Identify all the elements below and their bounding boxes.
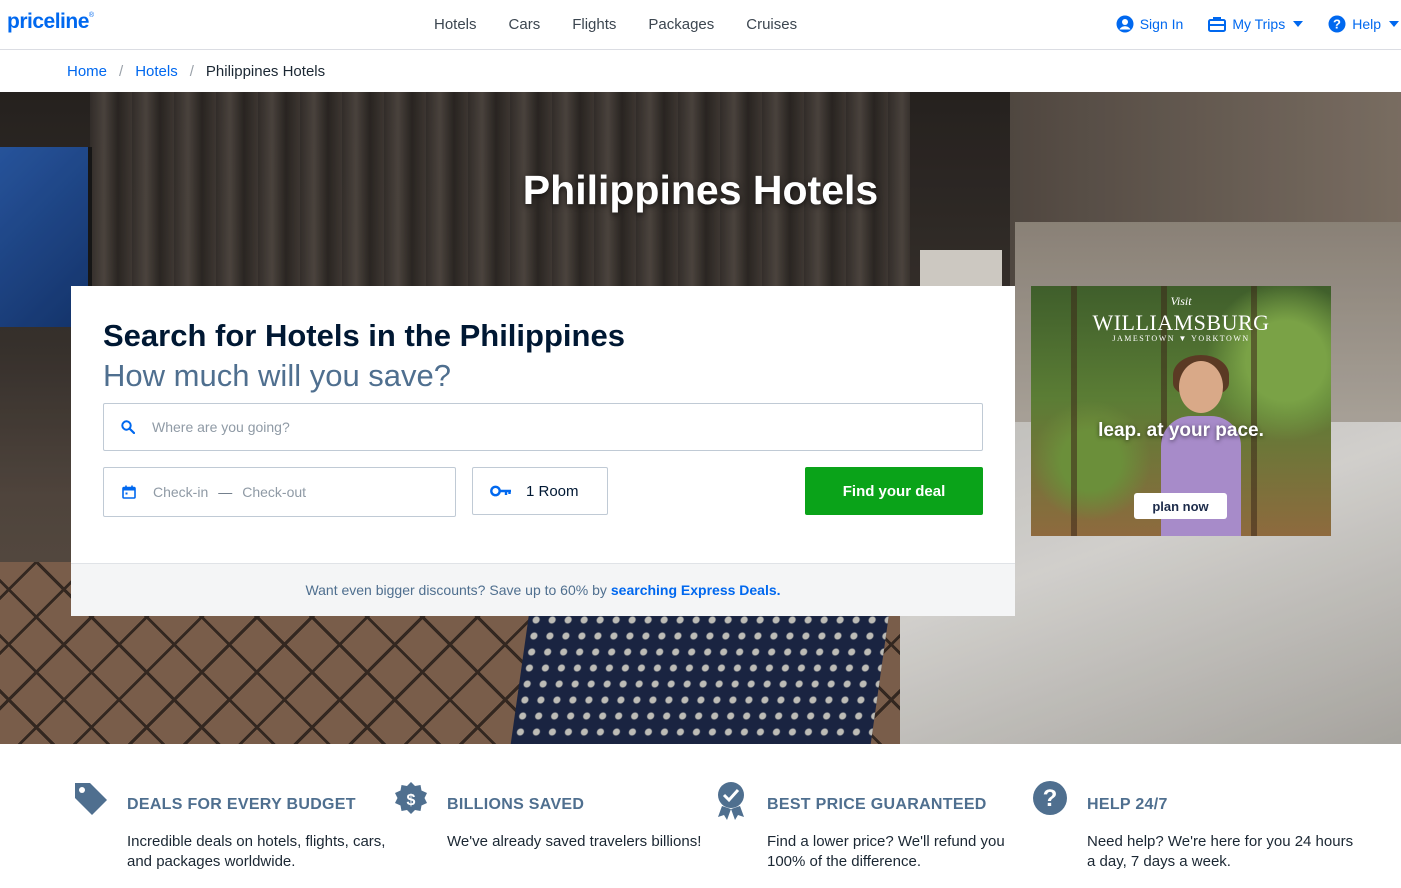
help-menu[interactable]: ? Help — [1328, 15, 1399, 33]
rooms-selector[interactable]: 1 Room — [472, 467, 608, 515]
priceline-logo[interactable]: priceline® — [7, 10, 94, 34]
destination-input[interactable] — [152, 419, 932, 435]
key-icon — [490, 485, 511, 497]
top-navigation: priceline® Hotels Cars Flights Packages … — [0, 0, 1401, 50]
feature-text: Incredible deals on hotels, flights, car… — [127, 833, 386, 870]
breadcrumb: Home / Hotels / Philippines Hotels — [67, 61, 325, 81]
account-nav: Sign In My Trips ? Help — [1116, 0, 1401, 47]
user-circle-icon — [1116, 15, 1134, 32]
main-nav: Hotels Cars Flights Packages Cruises — [418, 0, 813, 49]
ad-brand-logo: WILLIAMSBURG — [1092, 310, 1270, 335]
breadcrumb-separator: / — [119, 62, 124, 80]
search-subtitle: How much will you save? — [103, 358, 452, 393]
my-trips-label: My Trips — [1232, 15, 1286, 32]
question-circle-icon: ? — [1033, 781, 1067, 815]
search-title: Search for Hotels in the Philippines — [103, 318, 625, 353]
nav-hotels[interactable]: Hotels — [418, 16, 493, 33]
ad-plan-now-button[interactable]: plan now — [1134, 493, 1227, 519]
value-props: DEALS FOR EVERY BUDGET Incredible deals … — [0, 744, 1401, 888]
feature-title: HELP 24/7 — [1087, 796, 1168, 813]
ad-tagline: leap. at your pace. — [1098, 420, 1264, 441]
feature-text: Find a lower price? We'll refund you 100… — [767, 833, 1005, 870]
express-deals-text: Want even bigger discounts? Save up to 6… — [305, 582, 607, 598]
dollar-badge-icon: $ — [395, 782, 427, 814]
nav-packages[interactable]: Packages — [632, 16, 730, 33]
sign-in-link[interactable]: Sign In — [1116, 15, 1184, 33]
date-range-picker[interactable]: Check-in — Check-out — [103, 467, 456, 517]
feature-text: Need help? We're here for you 24 hours a… — [1087, 833, 1354, 870]
svg-text:$: $ — [407, 792, 416, 809]
feature-help: ? HELP 24/7 Need help? We're here for yo… — [1033, 778, 1357, 872]
chevron-down-icon — [1389, 20, 1399, 27]
feature-text: We've already saved travelers billions! — [447, 833, 702, 850]
nav-cruises[interactable]: Cruises — [730, 16, 813, 33]
page-title: Philippines Hotels — [522, 167, 879, 213]
chevron-down-icon — [1293, 20, 1304, 27]
feature-title: BILLIONS SAVED — [447, 796, 585, 813]
express-deals-link[interactable]: searching Express Deals. — [611, 582, 781, 598]
breadcrumb-current: Philippines Hotels — [205, 62, 326, 80]
calendar-icon — [122, 485, 136, 499]
feature-savings: $ BILLIONS SAVED We've already saved tra… — [395, 778, 717, 852]
advertisement-banner[interactable]: Visit WILLIAMSBURG JAMESTOWN ▼ YORKTOWN … — [1031, 286, 1331, 536]
ad-brand-subtitle: JAMESTOWN ▼ YORKTOWN — [1112, 334, 1250, 343]
checkmark-badge-icon — [718, 782, 744, 820]
my-trips-menu[interactable]: My Trips — [1208, 15, 1304, 32]
breadcrumb-home[interactable]: Home — [67, 63, 107, 80]
check-in-field[interactable]: Check-in — [153, 484, 208, 500]
price-tag-icon — [75, 783, 107, 815]
svg-text:?: ? — [1333, 16, 1341, 31]
express-deals-banner: Want even bigger discounts? Save up to 6… — [71, 563, 1015, 616]
rooms-value: 1 Room — [526, 482, 579, 500]
help-circle-icon: ? — [1328, 15, 1346, 32]
nav-flights[interactable]: Flights — [556, 16, 632, 33]
breadcrumb-hotels[interactable]: Hotels — [135, 63, 178, 80]
breadcrumb-separator: / — [189, 62, 194, 80]
ad-visit-text: Visit — [1170, 294, 1192, 308]
sign-in-label: Sign In — [1139, 15, 1184, 32]
feature-title: DEALS FOR EVERY BUDGET — [127, 796, 356, 813]
find-deal-button[interactable]: Find your deal — [805, 467, 983, 515]
svg-text:?: ? — [1043, 785, 1058, 812]
briefcase-icon — [1208, 16, 1227, 32]
search-icon — [121, 420, 135, 434]
nav-cars[interactable]: Cars — [493, 16, 557, 33]
hotel-search-card: Search for Hotels in the Philippines How… — [71, 286, 1015, 616]
destination-field[interactable] — [103, 403, 983, 451]
help-label: Help — [1352, 15, 1381, 32]
date-separator: — — [218, 484, 233, 500]
feature-deals: DEALS FOR EVERY BUDGET Incredible deals … — [75, 778, 397, 872]
feature-price-guarantee: BEST PRICE GUARANTEED Find a lower price… — [718, 778, 1037, 872]
feature-title: BEST PRICE GUARANTEED — [767, 796, 987, 813]
check-out-field[interactable]: Check-out — [242, 484, 306, 500]
